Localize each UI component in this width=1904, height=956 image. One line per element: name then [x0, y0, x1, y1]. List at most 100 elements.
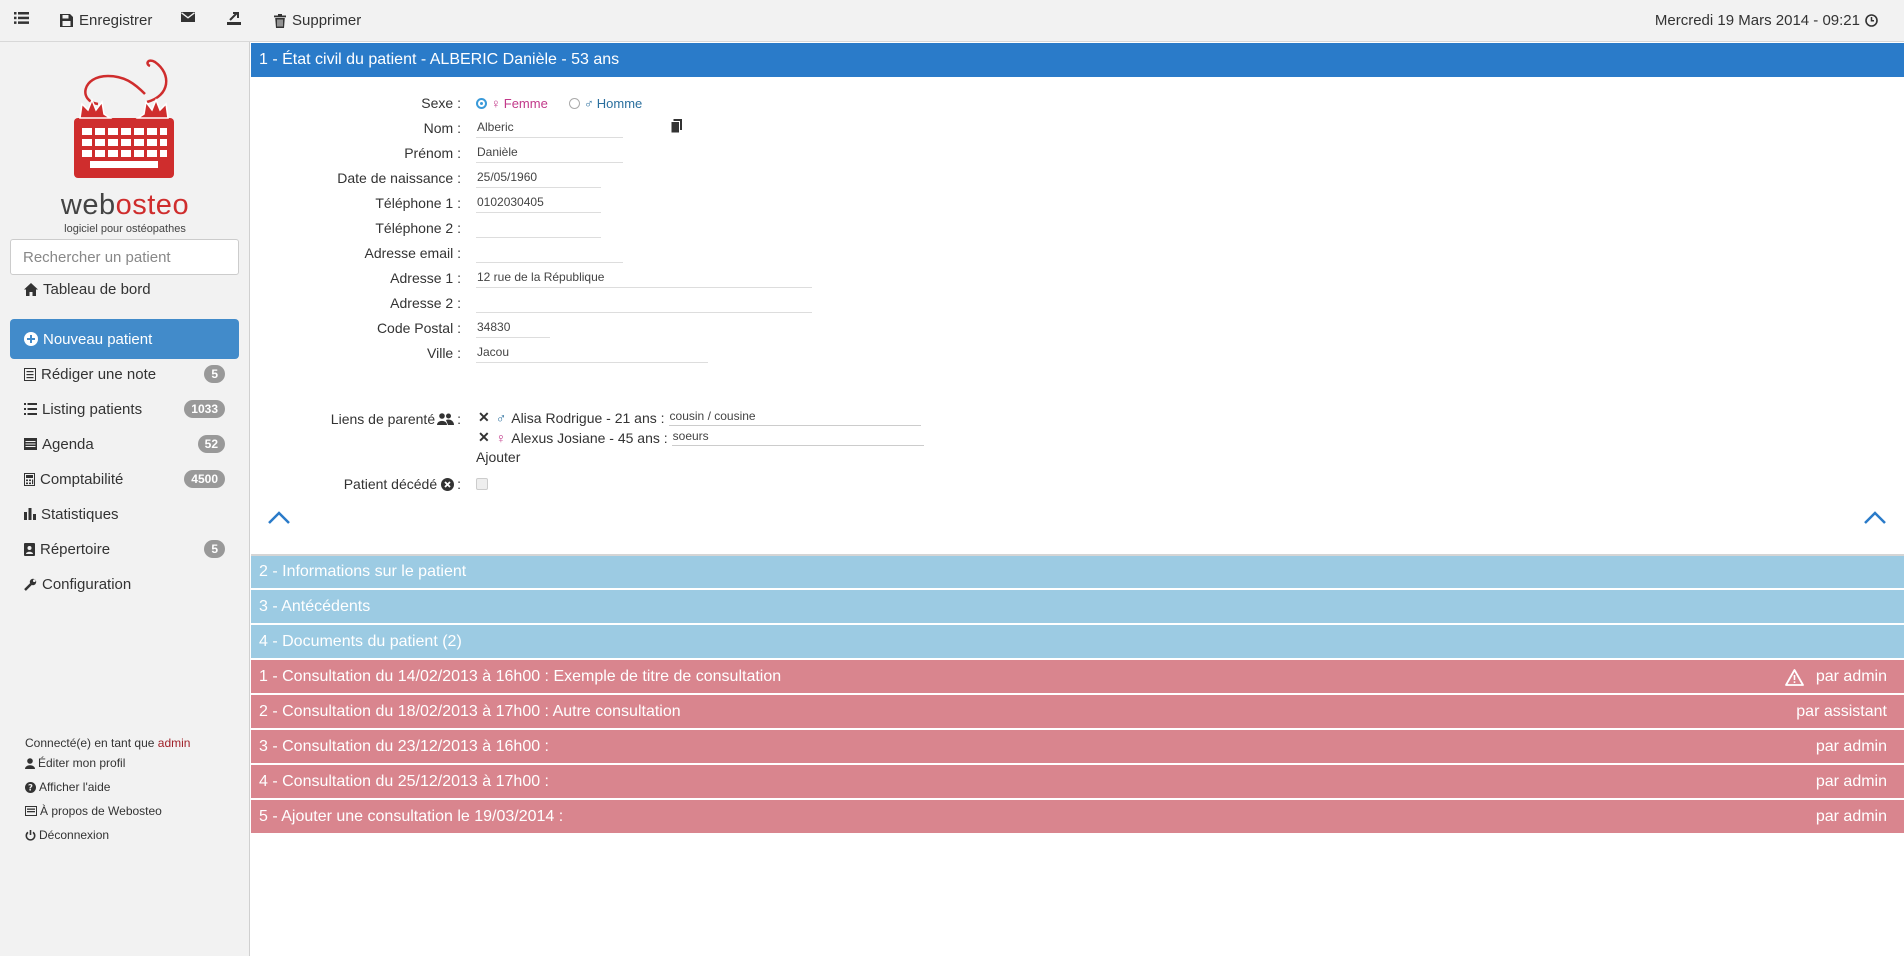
section-2-header[interactable]: 2 - Informations sur le patient [251, 554, 1904, 588]
address2-label: Adresse 2 : [390, 295, 461, 311]
delete-button[interactable]: Supprimer [274, 12, 361, 29]
consultation-row[interactable]: 4 - Consultation du 25/12/2013 à 17h00 :… [251, 764, 1904, 798]
nav-directory[interactable]: Répertoire 5 [10, 529, 239, 569]
svg-text:?: ? [28, 783, 33, 792]
nav-write-note[interactable]: Rédiger une note 5 [10, 354, 239, 394]
about-link[interactable]: À propos de Webosteo [25, 804, 162, 818]
phone1-label: Téléphone 1 : [375, 195, 461, 211]
logout-link[interactable]: Déconnexion [25, 828, 109, 842]
add-consultation-row[interactable]: 5 - Ajouter une consultation le 19/03/20… [251, 799, 1904, 833]
nav-agenda-label: Agenda [42, 435, 94, 453]
address2-field[interactable] [476, 295, 812, 313]
deceased-label: Patient décédé : [251, 476, 461, 492]
brand-name-part2: osteo [115, 189, 190, 221]
remove-relation-icon[interactable]: ✕ [478, 409, 490, 426]
sex-male-radio[interactable]: ♂ Homme [569, 96, 642, 111]
add-consultation-title: 5 - Ajouter une consultation le 19/03/20… [259, 807, 564, 825]
nav-agenda[interactable]: Agenda 52 [10, 424, 239, 464]
relation-type-field[interactable]: cousin / cousine [668, 409, 921, 426]
email-field[interactable] [476, 245, 623, 263]
radio-selected-indicator [476, 98, 487, 109]
sex-female-label: Femme [503, 96, 548, 111]
copy-icon[interactable] [671, 119, 682, 133]
relation-person-name[interactable]: Alexus Josiane - 45 ans : [511, 430, 667, 446]
consultation-meta: par admin [1816, 800, 1887, 834]
top-toolbar: Enregistrer Supprimer Mercredi 19 Mars 2… [0, 0, 1904, 42]
consultation-row[interactable]: 1 - Consultation du 14/02/2013 à 16h00 :… [251, 659, 1904, 693]
edit-profile-label: Éditer mon profil [38, 756, 126, 770]
deceased-checkbox[interactable] [476, 478, 488, 490]
consultation-meta: par admin [1816, 730, 1887, 764]
phone2-field[interactable] [476, 220, 601, 238]
nav-patient-listing[interactable]: Listing patients 1033 [10, 389, 239, 429]
sex-male-label: Homme [596, 96, 643, 111]
consultation-meta: par admin [1816, 765, 1887, 799]
phone1-field[interactable]: 0102030405 [476, 195, 601, 213]
female-symbol-icon: ♀ [491, 96, 501, 111]
nav-statistics[interactable]: Statistiques [10, 494, 239, 534]
radio-unselected-indicator [569, 98, 580, 109]
birth-date-label: Date de naissance : [337, 170, 461, 186]
nav-new-patient[interactable]: Nouveau patient [10, 319, 239, 359]
logout-label: Déconnexion [39, 828, 110, 842]
city-label: Ville : [427, 345, 461, 361]
first-name-field[interactable]: Danièle [476, 145, 623, 163]
postal-code-field[interactable]: 34830 [476, 320, 550, 338]
consultation-row[interactable]: 3 - Consultation du 23/12/2013 à 16h00 :… [251, 729, 1904, 763]
section-3-header[interactable]: 3 - Antécédents [251, 589, 1904, 623]
section-2-title: 2 - Informations sur le patient [259, 563, 467, 580]
relation-row: ✕ ♂ Alisa Rodrigue - 21 ans : cousin / c… [478, 409, 921, 426]
connected-prefix: Connecté(e) en tant que [25, 736, 155, 750]
consultation-title: 4 - Consultation du 25/12/2013 à 17h00 : [259, 772, 549, 790]
add-relation-link[interactable]: Ajouter [476, 449, 520, 465]
nav-configuration-label: Configuration [42, 575, 132, 593]
last-name-field[interactable]: Alberic [476, 120, 623, 138]
export-icon [227, 12, 241, 25]
section-4-header[interactable]: 4 - Documents du patient (2) [251, 624, 1904, 658]
section-1-header[interactable]: 1 - État civil du patient - ALBERIC Dani… [251, 43, 1904, 77]
relation-row: ✕ ♀ Alexus Josiane - 45 ans : soeurs [478, 429, 924, 446]
birth-date-field[interactable]: 25/05/1960 [476, 170, 601, 188]
consultation-title: 3 - Consultation du 23/12/2013 à 16h00 : [259, 737, 549, 755]
menu-list-button[interactable] [14, 12, 35, 24]
edit-profile-link[interactable]: Éditer mon profil [25, 756, 125, 770]
connected-username[interactable]: admin [158, 736, 191, 750]
relation-person-name[interactable]: Alisa Rodrigue - 21 ans : [511, 410, 664, 426]
relations-label-text: Liens de parenté [330, 411, 436, 427]
connected-user-info: Connecté(e) en tant que admin [25, 736, 190, 750]
address1-field[interactable]: 12 rue de la République [476, 270, 812, 288]
trash-icon [274, 13, 286, 28]
envelope-icon [181, 12, 195, 22]
sidebar: webosteo logiciel pour ostéopathes Table… [0, 42, 250, 956]
consultation-title: 1 - Consultation du 14/02/2013 à 16h00 :… [259, 667, 782, 685]
webosteo-logo: webosteo logiciel pour ostéopathes [50, 56, 200, 236]
export-button[interactable] [227, 12, 247, 25]
save-button[interactable]: Enregistrer [60, 12, 152, 29]
nav-accounting[interactable]: Comptabilité 4500 [10, 459, 239, 499]
datetime-text: Mercredi 19 Mars 2014 - 09:21 [1654, 12, 1860, 29]
chevron-up-icon[interactable] [1863, 511, 1887, 525]
nav-dashboard-label: Tableau de bord [43, 280, 151, 298]
home-icon [24, 282, 38, 296]
save-label: Enregistrer [79, 12, 153, 29]
nav-dashboard[interactable]: Tableau de bord [10, 269, 239, 309]
remove-relation-icon[interactable]: ✕ [478, 429, 490, 446]
email-button[interactable] [181, 12, 201, 22]
chevron-up-icon[interactable] [267, 511, 291, 525]
nav-configuration[interactable]: Configuration [10, 564, 239, 604]
male-symbol-icon: ♂ [584, 96, 594, 111]
relation-type-field[interactable]: soeurs [671, 429, 924, 446]
bar-chart-icon [24, 508, 36, 520]
nav-accounting-label: Comptabilité [40, 470, 124, 488]
nav-directory-badge: 5 [204, 540, 225, 558]
consultation-row[interactable]: 2 - Consultation du 18/02/2013 à 17h00 :… [251, 694, 1904, 728]
sex-female-radio[interactable]: ♀ Femme [476, 96, 548, 111]
about-label: À propos de Webosteo [40, 804, 162, 818]
show-help-link[interactable]: ? Afficher l'aide [25, 780, 110, 794]
city-field[interactable]: Jacou [476, 345, 708, 363]
nav-new-patient-label: Nouveau patient [43, 330, 153, 348]
sex-label: Sexe : [421, 95, 461, 111]
email-label: Adresse email : [364, 245, 461, 261]
brand-name: webosteo [50, 189, 200, 222]
deceased-label-text: Patient décédé [343, 476, 438, 492]
